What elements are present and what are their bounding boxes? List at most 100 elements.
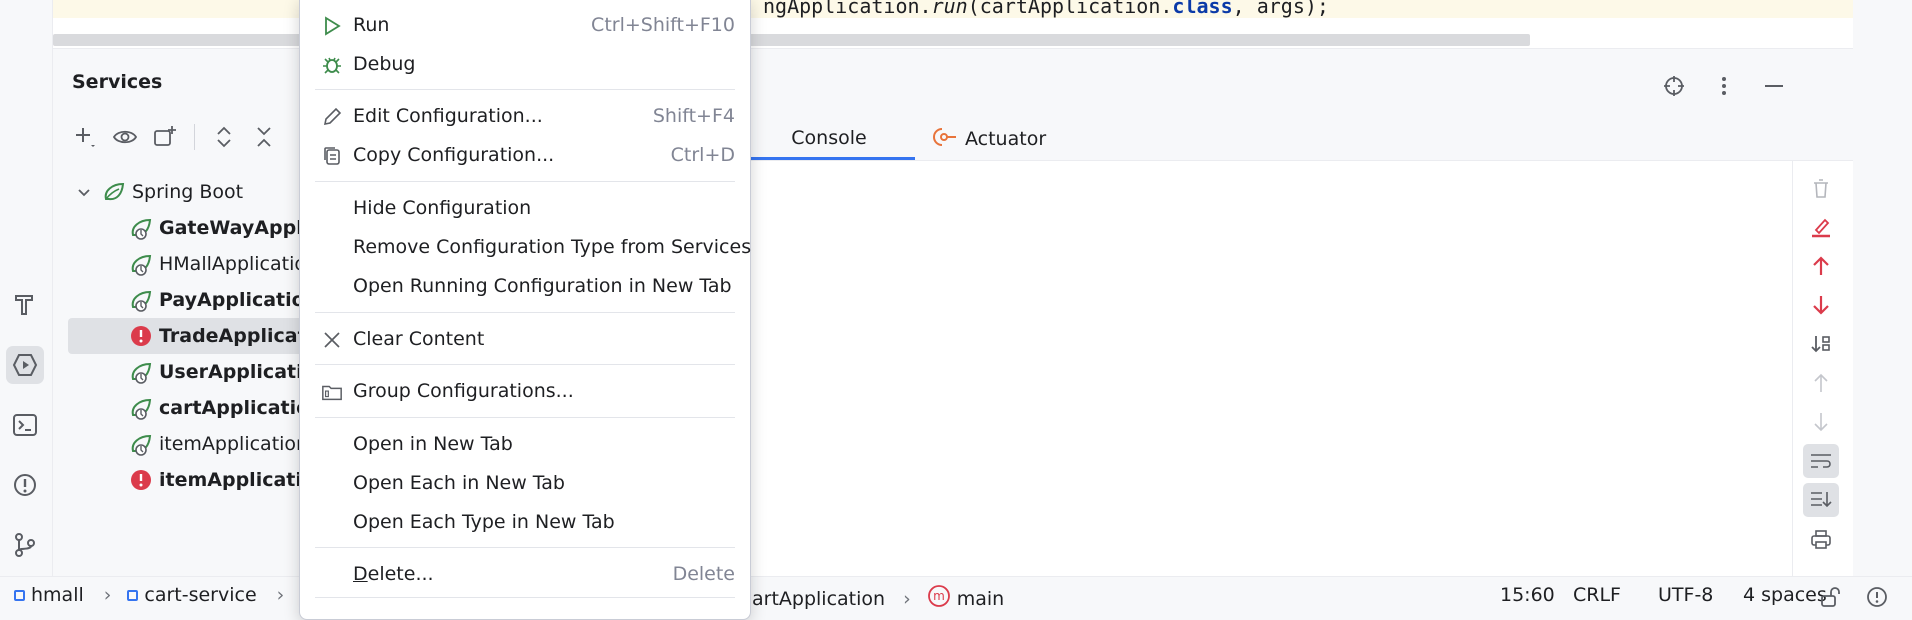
collapse-all-icon[interactable] bbox=[247, 120, 281, 154]
menu-item[interactable]: Edit Configuration... Shift+F4 bbox=[315, 97, 735, 135]
breadcrumb-class[interactable]: artApplication bbox=[752, 588, 885, 610]
context-menu: Run Ctrl+Shift+F10 Debug Edit Configuration… bbox=[299, 0, 751, 620]
menu-separator bbox=[315, 89, 735, 90]
more-options-icon[interactable] bbox=[1705, 67, 1743, 105]
scroll-up-icon[interactable] bbox=[1803, 366, 1839, 400]
menu-separator bbox=[315, 364, 735, 365]
tab-actuator[interactable]: Actuator bbox=[933, 118, 1046, 160]
console-toolbar bbox=[1792, 161, 1853, 576]
panel-title: Services bbox=[72, 71, 163, 93]
previous-error-icon[interactable] bbox=[1803, 249, 1839, 283]
spring-boot-running-icon bbox=[130, 361, 156, 390]
menu-item[interactable]: Open in New Tab bbox=[315, 425, 735, 463]
breadcrumb: hmall › cart-service › src bbox=[14, 584, 326, 606]
scroll-to-end-icon[interactable] bbox=[1803, 483, 1839, 517]
build-hammer-icon[interactable] bbox=[6, 285, 44, 323]
menu-item-shortcut: Delete bbox=[672, 563, 735, 585]
menu-item-shortcut: Ctrl+D bbox=[670, 144, 735, 166]
menu-item[interactable]: Clear Content bbox=[315, 320, 735, 358]
menu-item[interactable]: Hide Configuration bbox=[315, 189, 735, 227]
menu-item-label: Delete... bbox=[353, 563, 434, 585]
spring-boot-running-icon bbox=[130, 397, 156, 426]
svg-text:m: m bbox=[933, 589, 945, 603]
services-tool-icon[interactable] bbox=[6, 346, 44, 384]
menu-item[interactable]: Delete... Delete bbox=[315, 555, 735, 593]
menu-item[interactable]: Open Each Type in New Tab bbox=[315, 503, 735, 541]
close-icon bbox=[321, 329, 343, 351]
add-service-icon[interactable] bbox=[68, 120, 102, 154]
chevron-down-icon[interactable] bbox=[76, 184, 92, 206]
caret-position[interactable]: 15:60 bbox=[1500, 584, 1555, 606]
trash-icon[interactable] bbox=[1803, 171, 1839, 205]
new-group-icon[interactable] bbox=[148, 120, 182, 154]
error-status-icon bbox=[130, 325, 152, 352]
panel-actions bbox=[1655, 67, 1793, 105]
breadcrumb-method[interactable]: main bbox=[957, 588, 1004, 610]
menu-item[interactable]: Group Configurations... bbox=[315, 372, 735, 410]
soft-wrap-icon[interactable] bbox=[1803, 444, 1839, 478]
error-status-icon bbox=[130, 469, 152, 496]
next-error-icon[interactable] bbox=[1803, 288, 1839, 322]
pencil-icon bbox=[321, 106, 343, 128]
service-detail-area: Console Actuator bbox=[743, 118, 1853, 576]
debug-icon bbox=[321, 54, 343, 76]
eye-icon[interactable] bbox=[108, 120, 142, 154]
spring-boot-icon bbox=[130, 433, 156, 462]
menu-item[interactable]: Open Each in New Tab bbox=[315, 464, 735, 502]
menu-separator bbox=[315, 312, 735, 313]
menu-item-label: Open Running Configuration in New Tab bbox=[353, 275, 732, 297]
tree-item-label: HMallApplicatio bbox=[159, 253, 306, 275]
toolbar-separator bbox=[194, 124, 195, 150]
menu-item[interactable]: Debug bbox=[315, 45, 735, 83]
problems-icon[interactable] bbox=[6, 466, 44, 504]
menu-item-label: Debug bbox=[353, 53, 416, 75]
indent-setting[interactable]: 4 spaces bbox=[1743, 584, 1827, 606]
sort-icon[interactable] bbox=[1803, 327, 1839, 361]
target-icon[interactable] bbox=[1655, 67, 1693, 105]
expand-all-icon[interactable] bbox=[207, 120, 241, 154]
spring-boot-icon bbox=[130, 253, 156, 282]
spring-boot-icon bbox=[103, 181, 127, 208]
code-token-keyword: class bbox=[1172, 0, 1233, 18]
tab-actuator-label: Actuator bbox=[965, 128, 1047, 150]
menu-item-shortcut: Ctrl+Shift+F10 bbox=[591, 14, 735, 36]
run-icon bbox=[321, 15, 343, 37]
menu-item[interactable]: Copy Configuration... Ctrl+D bbox=[315, 136, 735, 174]
tab-console[interactable]: Console bbox=[743, 118, 915, 160]
breadcrumb-project[interactable]: hmall bbox=[31, 584, 84, 606]
module-icon bbox=[127, 589, 139, 601]
menu-item-shortcut: Shift+F4 bbox=[652, 105, 735, 127]
menu-separator bbox=[315, 597, 735, 598]
scroll-down-icon[interactable] bbox=[1803, 405, 1839, 439]
code-token: ngApplication. bbox=[763, 0, 932, 18]
menu-item-label: Hide Configuration bbox=[353, 197, 532, 219]
code-token: (cartApplication. bbox=[967, 0, 1173, 18]
breadcrumb-tail: artApplication › m main bbox=[752, 584, 1004, 613]
terminal-icon[interactable] bbox=[6, 406, 44, 444]
unlock-icon[interactable] bbox=[1819, 586, 1841, 608]
notifications-icon[interactable] bbox=[1866, 586, 1888, 608]
menu-item-label: Edit Configuration... bbox=[353, 105, 543, 127]
clear-output-icon[interactable] bbox=[1803, 210, 1839, 244]
print-icon[interactable] bbox=[1803, 522, 1839, 556]
code-line: ngApplication.run(cartApplication.class,… bbox=[763, 0, 1329, 18]
minimize-icon[interactable] bbox=[1755, 67, 1793, 105]
menu-separator bbox=[315, 547, 735, 548]
breadcrumb-chevron-icon: › bbox=[903, 587, 911, 610]
breadcrumb-module[interactable]: cart-service bbox=[144, 584, 256, 606]
method-icon: m bbox=[927, 584, 951, 613]
menu-item-label: Run bbox=[353, 14, 390, 36]
menu-separator bbox=[315, 417, 735, 418]
console-output[interactable] bbox=[743, 161, 1848, 576]
detail-tabs: Console Actuator bbox=[743, 118, 1853, 161]
file-encoding[interactable]: UTF-8 bbox=[1658, 584, 1713, 606]
git-branch-icon[interactable] bbox=[6, 526, 44, 564]
menu-item-label: Copy Configuration... bbox=[353, 144, 555, 166]
horizontal-scrollbar[interactable] bbox=[53, 34, 1530, 46]
menu-item[interactable]: Open Running Configuration in New Tab bbox=[315, 267, 735, 305]
menu-item[interactable]: Remove Configuration Type from Services bbox=[315, 228, 751, 266]
code-token-method: run bbox=[931, 0, 968, 18]
line-separator[interactable]: CRLF bbox=[1573, 584, 1621, 606]
tab-console-label: Console bbox=[791, 126, 867, 149]
menu-item[interactable]: Run Ctrl+Shift+F10 bbox=[315, 6, 735, 44]
